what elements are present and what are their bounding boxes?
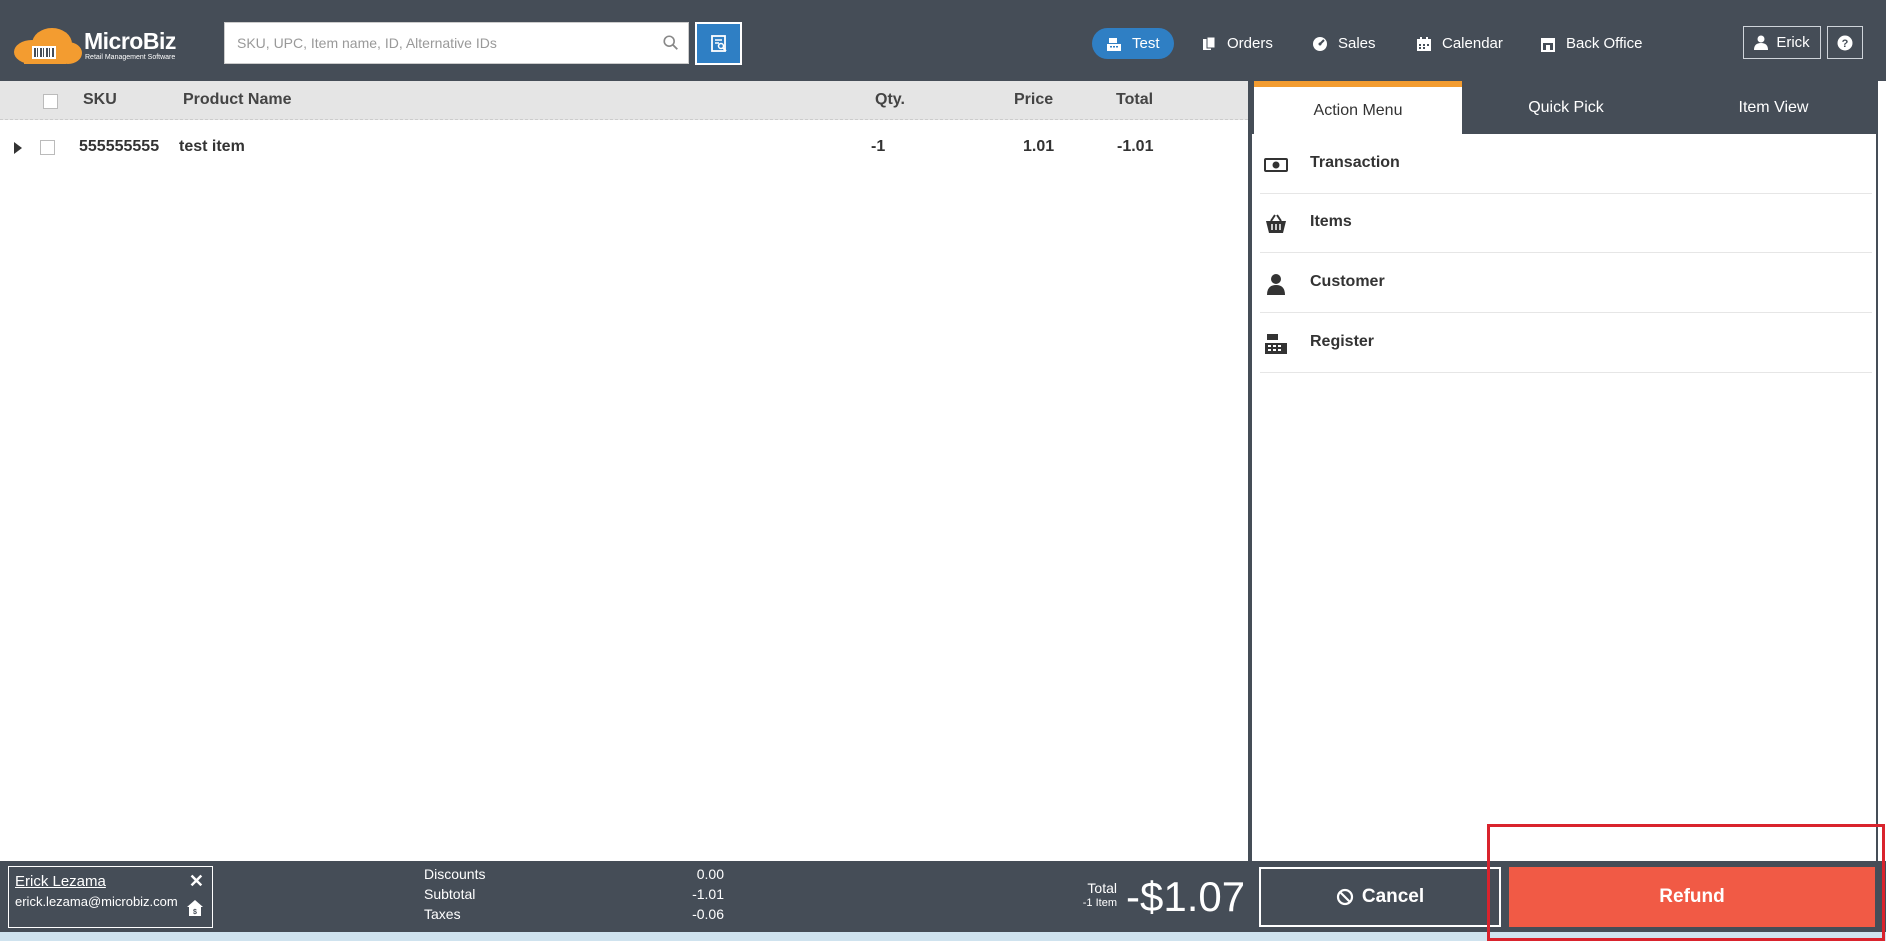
row-qty: -1 [871,138,886,155]
menu-item-label: Register [1310,333,1375,350]
nav-calendar[interactable]: Calendar [1402,28,1517,59]
customer-card: Erick Lezama erick.lezama@microbiz.com ✕… [8,866,213,928]
taxes-label: Taxes [424,906,461,922]
subtotal-label: Subtotal [424,886,476,902]
lookup-icon [710,34,727,52]
row-sku: 555555555 [79,138,160,155]
product-search[interactable] [224,22,689,64]
logo-name: MicroBiz [84,28,176,54]
orders-icon [1203,36,1216,50]
remove-customer-icon[interactable]: ✕ [189,871,204,892]
cloud-logo-icon [14,28,82,64]
menu-item-label: Transaction [1310,154,1400,171]
cart-table-header: SKU Product Name Qty. Price Total [0,81,1248,120]
cash-icon [1264,158,1288,172]
row-price: 1.01 [1023,138,1055,155]
bottom-strip [0,932,1886,941]
row-total: -1.01 [1117,138,1154,155]
panel-divider [1248,81,1252,861]
svg-text:$: $ [193,909,197,916]
side-panel-tabs: Action Menu Quick Pick Item View [1252,73,1877,134]
total-label: Total [1087,880,1117,896]
nav-sales-label: Sales [1338,35,1376,52]
svg-text:?: ? [1842,38,1849,50]
nav-orders-label: Orders [1227,35,1273,52]
register-icon [1107,37,1121,51]
store-icon [1541,37,1555,52]
nav-test-label: Test [1132,35,1160,52]
nav-sales[interactable]: Sales [1298,28,1390,59]
menu-item-transaction[interactable]: Transaction [1260,135,1872,194]
subtotal-value: -1.01 [692,886,724,902]
cancel-label: Cancel [1361,886,1425,907]
search-input[interactable] [225,23,645,63]
top-header: MicroBiz Retail Management Software Test… [0,0,1886,81]
lookup-button[interactable] [695,22,742,65]
column-sku: SKU [83,91,117,108]
nav-back-office-label: Back Office [1566,35,1643,52]
tab-item-view[interactable]: Item View [1670,81,1877,134]
tab-quick-pick[interactable]: Quick Pick [1462,81,1670,134]
user-icon [1754,35,1769,50]
column-qty: Qty. [875,91,905,108]
total-item-count: -1 Item [1082,897,1117,909]
discounts-value: 0.00 [696,866,724,882]
help-icon: ? [1837,35,1853,50]
menu-item-items[interactable]: Items [1260,194,1872,253]
expand-row-icon[interactable] [14,142,22,154]
menu-item-customer[interactable]: Customer [1260,254,1872,313]
menu-item-label: Items [1310,213,1352,230]
help-button[interactable]: ? [1827,26,1863,59]
table-row[interactable]: 555555555 test item -1 1.01 -1.01 [0,131,1248,165]
sales-icon [1313,36,1327,51]
user-button[interactable]: Erick [1743,26,1821,59]
tab-action-menu[interactable]: Action Menu [1254,81,1462,134]
nav-calendar-label: Calendar [1442,35,1503,52]
nav-back-office[interactable]: Back Office [1526,28,1656,59]
row-checkbox[interactable] [40,140,55,155]
row-product-name: test item [179,138,245,155]
calendar-icon [1417,36,1431,51]
column-product-name: Product Name [183,91,292,108]
total-amount: -$1.07 [1126,873,1246,920]
house-icon[interactable]: $ [186,899,204,917]
cancel-button[interactable]: Cancel [1259,867,1501,927]
discounts-label: Discounts [424,866,486,882]
panel-right-border [1876,81,1878,861]
column-total: Total [1116,91,1154,108]
taxes-value: -0.06 [692,906,724,922]
menu-item-label: Customer [1310,273,1385,290]
cancel-icon [1336,888,1353,906]
nav-test[interactable]: Test [1092,28,1174,59]
menu-item-register[interactable]: Register [1260,314,1872,373]
search-icon[interactable] [662,34,680,52]
column-price: Price [1014,91,1054,108]
logo-tagline: Retail Management Software [85,54,176,61]
refund-label: Refund [1659,886,1725,907]
select-all-checkbox[interactable] [43,94,58,109]
basket-icon [1266,214,1286,233]
nav-orders[interactable]: Orders [1187,28,1287,59]
customer-email: erick.lezama@microbiz.com [15,894,178,909]
microbiz-logo[interactable]: MicroBiz Retail Management Software [12,22,182,66]
person-icon [1267,274,1285,295]
register-icon [1265,334,1287,354]
customer-name-link[interactable]: Erick Lezama [15,873,106,890]
refund-button[interactable]: Refund [1509,867,1875,927]
user-name: Erick [1776,34,1810,51]
